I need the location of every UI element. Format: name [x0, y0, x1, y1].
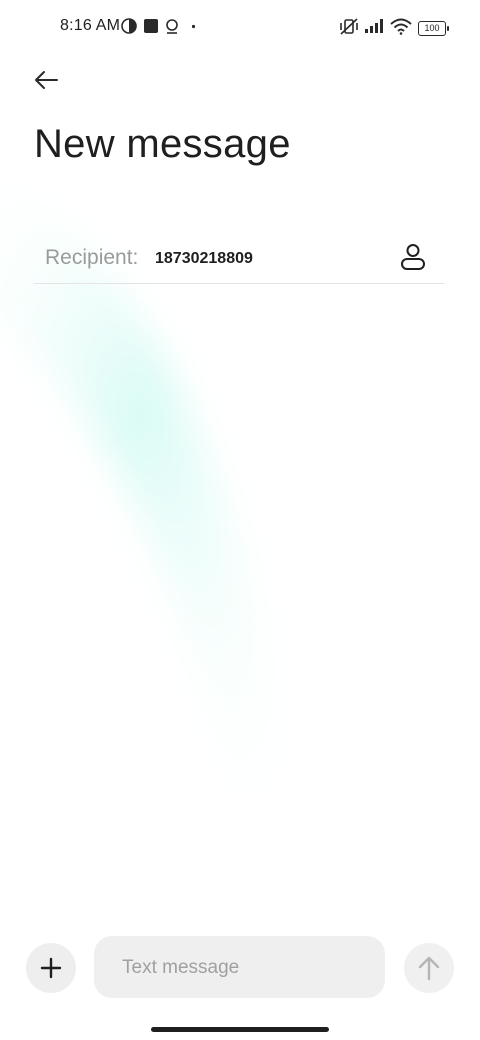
attach-button[interactable]	[26, 943, 76, 993]
battery-icon: 100	[418, 21, 449, 36]
recipient-row: Recipient:	[34, 232, 444, 284]
square-notification-icon	[144, 19, 158, 33]
message-input-container[interactable]	[94, 936, 385, 998]
status-bar: 8:16 AM 100	[0, 0, 480, 56]
data-saver-icon	[121, 18, 137, 34]
person-icon	[401, 244, 425, 270]
page-title: New message	[34, 122, 291, 166]
status-time: 8:16 AM	[60, 17, 121, 34]
arrow-left-icon	[35, 71, 58, 89]
signal-icon	[365, 19, 383, 33]
send-button[interactable]	[404, 943, 454, 993]
recipient-input[interactable]	[155, 248, 375, 270]
battery-level: 100	[424, 23, 440, 33]
wifi-icon	[390, 18, 412, 35]
arrow-up-icon	[418, 956, 440, 981]
recipient-label: Recipient:	[45, 246, 139, 269]
location-pin-icon	[166, 19, 178, 34]
contact-picker-button[interactable]	[396, 240, 430, 274]
dot-icon	[191, 24, 196, 29]
home-indicator[interactable]	[151, 1027, 329, 1032]
plus-icon	[40, 957, 62, 979]
vibrate-silent-icon	[340, 18, 358, 35]
message-input[interactable]	[122, 955, 372, 981]
back-button[interactable]	[26, 60, 66, 100]
